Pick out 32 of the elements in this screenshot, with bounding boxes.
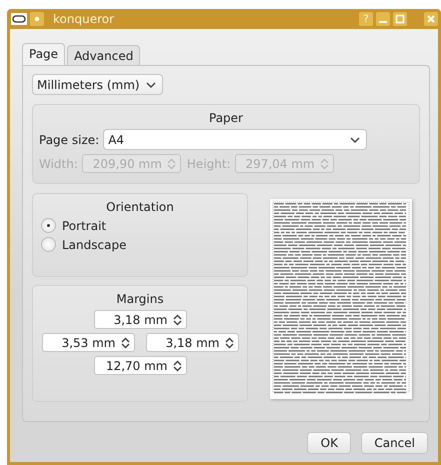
radio-label[interactable]: Landscape <box>62 238 126 252</box>
close-icon[interactable] <box>424 12 438 26</box>
spin-box[interactable]: 3,53 mm <box>42 333 134 352</box>
cancel-button[interactable]: Cancel <box>361 432 428 454</box>
chevron-icon <box>350 136 360 142</box>
spin-box[interactable]: 3,18 mm <box>146 333 238 352</box>
radio-label[interactable]: Portrait <box>62 218 106 232</box>
spin-arrows-icon <box>172 360 182 372</box>
tab[interactable]: Page <box>22 43 66 67</box>
chevron-icon <box>146 82 156 88</box>
field-label: Page size: <box>39 132 100 146</box>
radio-button[interactable] <box>41 237 56 252</box>
radio-button[interactable] <box>41 218 56 233</box>
spin-arrows-icon <box>320 158 329 170</box>
group-title: Margins <box>116 292 164 306</box>
window-menu-icon[interactable] <box>11 13 27 25</box>
minimize-icon[interactable] <box>376 12 390 26</box>
group-title: Orientation <box>106 200 174 214</box>
spin-arrows-icon <box>172 314 182 326</box>
ok-button[interactable]: OK <box>307 432 352 454</box>
group-title: Paper <box>209 111 243 125</box>
window-title: konqueror <box>53 12 116 26</box>
unit-dropdown[interactable]: Millimeters (mm) <box>32 74 163 95</box>
spin-arrows-icon <box>120 336 130 348</box>
page-size-dropdown[interactable]: A4 <box>103 129 368 150</box>
maximize-icon[interactable] <box>393 12 407 26</box>
spin-arrows-icon <box>166 158 176 170</box>
spin-arrows-icon <box>224 336 234 348</box>
spin-box[interactable]: 12,70 mm <box>94 356 186 375</box>
tab[interactable]: Advanced <box>67 45 140 65</box>
spin-box[interactable]: 3,18 mm <box>94 310 186 329</box>
sticky-icon[interactable] <box>30 12 44 26</box>
